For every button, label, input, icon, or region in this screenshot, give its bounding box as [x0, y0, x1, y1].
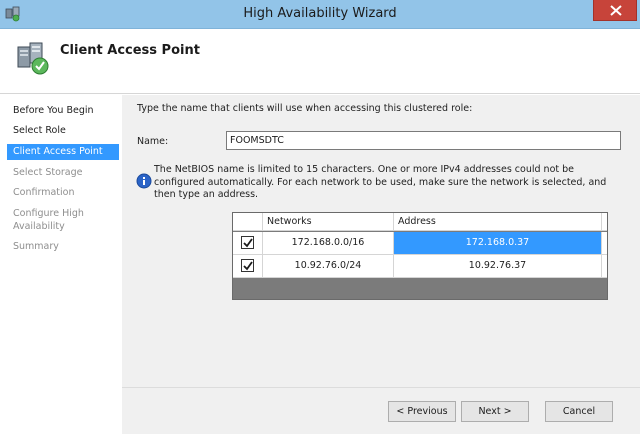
name-field[interactable]	[226, 131, 621, 150]
table-row[interactable]: 172.168.0.0/16 172.168.0.37	[233, 232, 607, 255]
network-checkbox[interactable]	[241, 259, 254, 272]
cluster-icon[interactable]	[5, 6, 21, 22]
row-checkbox-cell	[233, 255, 263, 277]
network-checkbox[interactable]	[241, 236, 254, 249]
close-button[interactable]	[593, 0, 637, 21]
row-checkbox-cell	[233, 232, 263, 254]
title-bar[interactable]: High Availability Wizard	[0, 0, 640, 29]
next-button[interactable]: Next >	[461, 401, 529, 422]
sidebar-item-before-you-begin[interactable]: Before You Begin	[7, 103, 119, 119]
checkmark-icon	[243, 261, 253, 271]
checkmark-icon	[243, 238, 253, 248]
sidebar-item-confirmation: Confirmation	[13, 187, 75, 198]
footer-divider	[122, 387, 640, 388]
server-cluster-icon	[16, 41, 52, 77]
name-label: Name:	[137, 136, 169, 147]
previous-button[interactable]: < Previous	[388, 401, 456, 422]
window-title: High Availability Wizard	[243, 6, 397, 21]
wizard-steps-sidebar: Before You Begin Select Role Client Acce…	[0, 95, 122, 434]
sidebar-item-select-storage: Select Storage	[13, 167, 83, 178]
cancel-button[interactable]: Cancel	[545, 401, 613, 422]
sidebar-item-summary: Summary	[13, 241, 59, 252]
table-row[interactable]: 10.92.76.0/24 10.92.76.37	[233, 255, 607, 278]
sidebar-item-configure-high-availability: Configure High Availability	[13, 208, 84, 232]
info-message: The NetBIOS name is limited to 15 charac…	[154, 164, 607, 200]
network-cell: 10.92.76.0/24	[263, 255, 394, 277]
sidebar-item-client-access-point[interactable]: Client Access Point	[7, 144, 119, 160]
wizard-content: Type the name that clients will use when…	[122, 95, 640, 434]
sidebar-item-select-role[interactable]: Select Role	[7, 123, 119, 139]
networks-grid: Networks Address 172.168.0.0/16 172.168.…	[232, 212, 608, 300]
info-icon	[136, 173, 152, 189]
wizard-header: Client Access Point	[0, 29, 640, 94]
network-cell: 172.168.0.0/16	[263, 232, 394, 254]
column-header-address[interactable]: Address	[394, 213, 602, 231]
address-cell[interactable]: 172.168.0.37	[394, 232, 602, 254]
column-header-networks[interactable]: Networks	[263, 213, 394, 231]
page-title: Client Access Point	[60, 43, 200, 58]
column-header-select[interactable]	[233, 213, 263, 231]
address-cell[interactable]: 10.92.76.37	[394, 255, 602, 277]
close-icon	[610, 5, 622, 16]
instruction-text: Type the name that clients will use when…	[137, 103, 473, 114]
grid-header: Networks Address	[233, 213, 607, 231]
